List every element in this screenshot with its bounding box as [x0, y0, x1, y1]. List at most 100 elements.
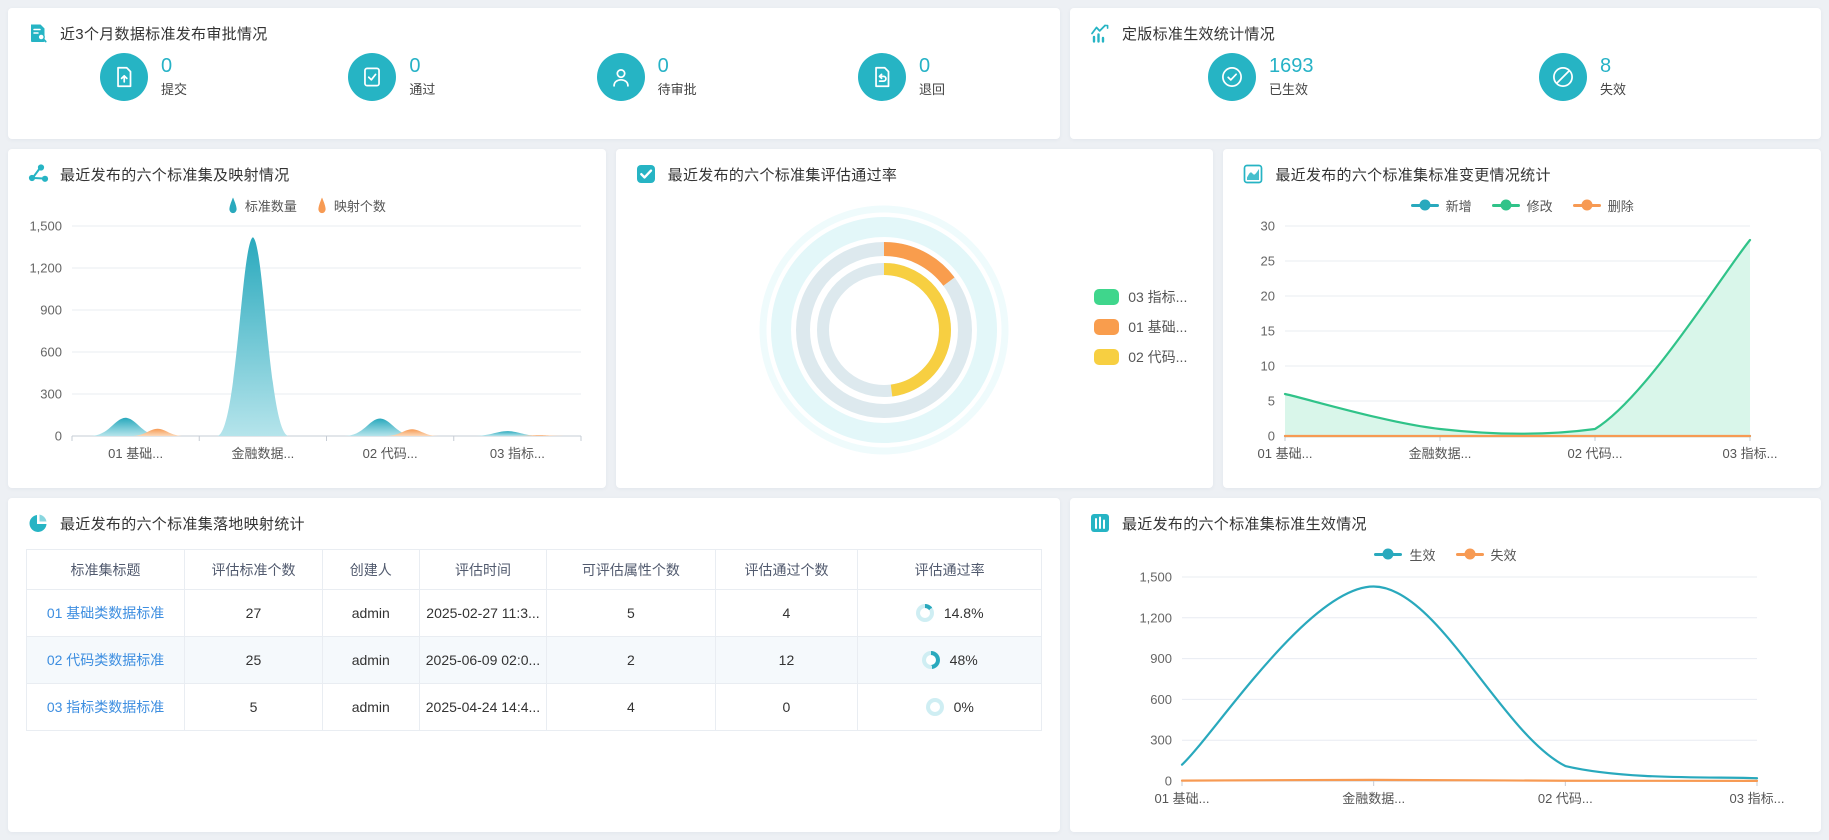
svg-text:0: 0 — [55, 429, 62, 444]
svg-text:1,500: 1,500 — [1139, 570, 1172, 585]
stat-value: 8 — [1600, 56, 1626, 77]
cell-standards: 25 — [185, 637, 323, 684]
standard-set-link[interactable]: 01 基础类数据标准 — [47, 605, 164, 621]
stat-label: 已生效 — [1269, 79, 1314, 98]
svg-text:15: 15 — [1261, 324, 1275, 339]
panel-title: 近3个月数据标准发布审批情况 — [60, 23, 268, 44]
stat-label: 待审批 — [658, 79, 697, 98]
legend-item[interactable]: 删除 — [1573, 196, 1634, 215]
legend-label: 01 基础... — [1128, 317, 1187, 337]
panel-effective: 定版标准生效统计情况 1693 已生效 — [1070, 8, 1821, 139]
cell-rate: 0% — [954, 699, 974, 715]
legend-item[interactable]: 失效 — [1456, 545, 1517, 564]
stat-returned: 0 退回 — [858, 53, 945, 101]
line-marker-icon — [1456, 553, 1484, 556]
line-marker-icon — [1374, 553, 1402, 556]
panel-changes-chart: 最近发布的六个标准集标准变更情况统计 新增 修改 删除 051015202530… — [1223, 149, 1821, 488]
svg-text:02 代码...: 02 代码... — [1568, 446, 1623, 461]
share-nodes-icon — [26, 162, 50, 186]
cell-creator: admin — [322, 590, 419, 637]
svg-text:金融数据...: 金融数据... — [1409, 446, 1472, 461]
cell-time: 2025-02-27 11:3... — [419, 590, 547, 637]
legend-item[interactable]: 标准数量 — [228, 196, 297, 215]
svg-text:900: 900 — [1150, 652, 1172, 667]
stat-label: 退回 — [919, 79, 945, 98]
stat-value: 0 — [919, 56, 945, 77]
legend-item[interactable]: 生效 — [1374, 545, 1435, 564]
rate-donut-icon — [926, 698, 944, 716]
legend-item[interactable]: 映射个数 — [317, 196, 386, 215]
pass-rate-chart-area: 03 指标... 01 基础... 02 代码... — [616, 186, 1214, 468]
legend-item[interactable]: 修改 — [1492, 196, 1553, 215]
column-header[interactable]: 评估时间 — [419, 550, 547, 590]
legend-label: 02 代码... — [1128, 347, 1187, 367]
legend-item[interactable]: 01 基础... — [1094, 317, 1187, 337]
stat-value: 0 — [658, 56, 697, 77]
legend-item[interactable]: 03 指标... — [1094, 287, 1187, 307]
column-header[interactable]: 可评估属性个数 — [547, 550, 715, 590]
legend-swatch — [1094, 289, 1119, 305]
stat-value: 0 — [409, 56, 435, 77]
column-header[interactable]: 评估通过个数 — [715, 550, 858, 590]
column-header[interactable]: 评估标准个数 — [185, 550, 323, 590]
column-header[interactable]: 标准集标题 — [27, 550, 185, 590]
drop-marker-icon — [228, 197, 238, 214]
legend-label: 标准数量 — [245, 196, 297, 215]
legend-label: 03 指标... — [1128, 287, 1187, 307]
legend-label: 修改 — [1527, 196, 1553, 215]
table-row[interactable]: 02 代码类数据标准 25 admin 2025-06-09 02:0... 2… — [27, 637, 1042, 684]
bar-chart-icon — [1088, 511, 1112, 535]
svg-text:0: 0 — [1268, 429, 1275, 444]
svg-text:02 代码...: 02 代码... — [1538, 791, 1593, 806]
svg-text:1,500: 1,500 — [29, 219, 62, 234]
panel-changes-header: 最近发布的六个标准集标准变更情况统计 — [1223, 149, 1821, 186]
effective-stats: 1693 已生效 8 失效 — [1070, 53, 1821, 101]
pie-chart-icon — [26, 511, 50, 535]
cell-creator: admin — [322, 637, 419, 684]
panel-landing-header: 最近发布的六个标准集落地映射统计 — [8, 498, 1060, 535]
cell-time: 2025-04-24 14:4... — [419, 684, 547, 731]
svg-text:20: 20 — [1261, 289, 1275, 304]
trend-chart-icon — [1088, 21, 1112, 45]
legend-label: 失效 — [1491, 545, 1517, 564]
pass-rate-legend: 03 指标... 01 基础... 02 代码... — [1094, 287, 1187, 367]
legend-swatch — [1094, 319, 1119, 335]
legend-item[interactable]: 02 代码... — [1094, 347, 1187, 367]
table-row[interactable]: 01 基础类数据标准 27 admin 2025-02-27 11:3... 5… — [27, 590, 1042, 637]
doc-check-icon — [348, 53, 396, 101]
svg-text:金融数据...: 金融数据... — [231, 446, 294, 461]
column-header[interactable]: 评估通过率 — [858, 550, 1042, 590]
legend-item[interactable]: 新增 — [1411, 196, 1472, 215]
cell-passed: 0 — [715, 684, 858, 731]
panel-pass-rate-header: 最近发布的六个标准集评估通过率 — [616, 149, 1214, 186]
stat-value: 1693 — [1269, 56, 1314, 77]
svg-text:300: 300 — [1150, 733, 1172, 748]
legend-swatch — [1094, 349, 1119, 365]
pass-rate-rings-chart[interactable] — [746, 192, 1022, 468]
stat-value: 0 — [161, 56, 187, 77]
ban-icon — [1539, 53, 1587, 101]
doc-search-icon — [26, 21, 50, 45]
column-header[interactable]: 创建人 — [322, 550, 419, 590]
standard-changes-chart[interactable]: 05101520253001 基础...金融数据...02 代码...03 指标… — [1223, 216, 1820, 474]
standard-set-link[interactable]: 02 代码类数据标准 — [47, 652, 164, 668]
cell-standards: 27 — [185, 590, 323, 637]
panel-title: 最近发布的六个标准集标准变更情况统计 — [1275, 164, 1550, 185]
panel-title: 最近发布的六个标准集及映射情况 — [60, 164, 290, 185]
panel-effect-chart: 最近发布的六个标准集标准生效情况 生效 失效 03006009001,2001,… — [1070, 498, 1821, 832]
svg-text:5: 5 — [1268, 394, 1275, 409]
standard-set-link[interactable]: 03 指标类数据标准 — [47, 699, 164, 715]
panel-approval: 近3个月数据标准发布审批情况 0 提交 — [8, 8, 1060, 139]
svg-text:金融数据...: 金融数据... — [1342, 791, 1405, 806]
table-row[interactable]: 03 指标类数据标准 5 admin 2025-04-24 14:4... 4 … — [27, 684, 1042, 731]
svg-text:01 基础...: 01 基础... — [1258, 446, 1313, 461]
svg-text:03 指标...: 03 指标... — [1723, 446, 1778, 461]
standards-mapping-chart[interactable]: 03006009001,2001,50001 基础...金融数据...02 代码… — [8, 216, 605, 474]
cell-rate: 48% — [950, 652, 978, 668]
standard-effectiveness-chart[interactable]: 03006009001,2001,50001 基础...金融数据...02 代码… — [1070, 565, 1821, 817]
legend-label: 映射个数 — [334, 196, 386, 215]
stat-label: 通过 — [409, 79, 435, 98]
svg-text:03 指标...: 03 指标... — [490, 446, 545, 461]
stat-pending: 0 待审批 — [597, 53, 697, 101]
bottom-row: 最近发布的六个标准集落地映射统计 标准集标题 评估标准个数 创建人 评估时间 可… — [8, 498, 1821, 832]
